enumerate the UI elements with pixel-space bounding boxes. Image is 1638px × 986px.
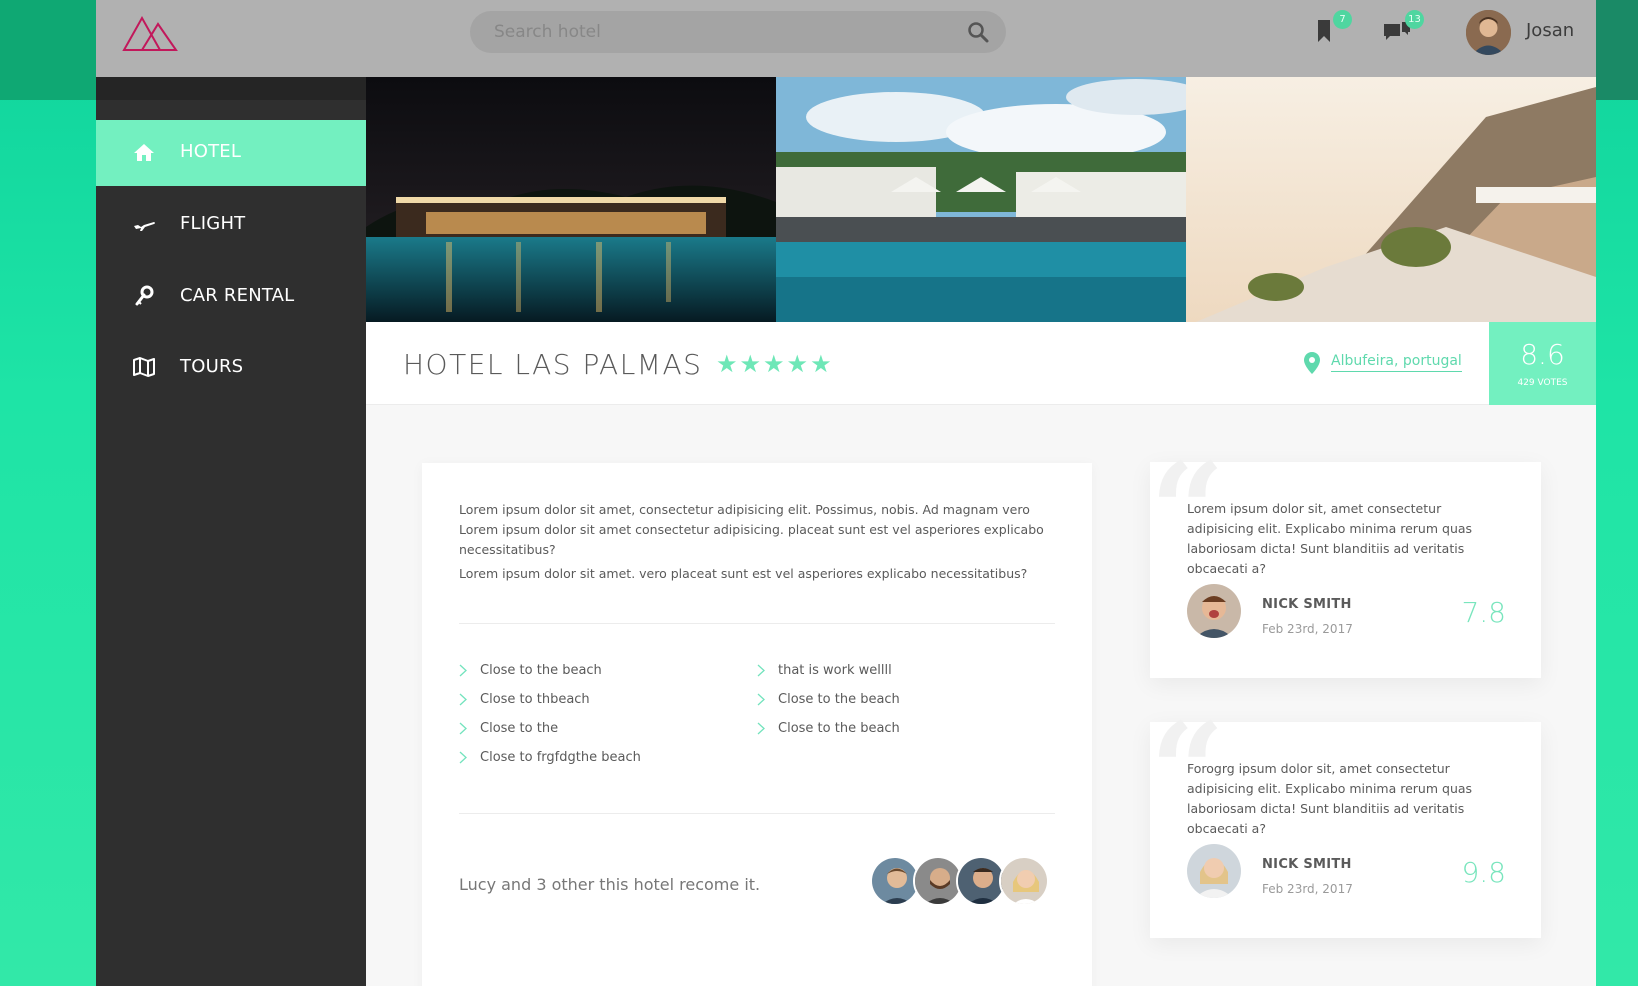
chevron-right-icon bbox=[757, 664, 765, 677]
description-paragraph: Lorem ipsum dolor sit amet. vero placeat… bbox=[459, 566, 1028, 581]
chevron-right-icon bbox=[459, 693, 467, 706]
chevron-right-icon bbox=[459, 664, 467, 677]
sidebar-item-label: HOTEL bbox=[180, 141, 242, 162]
sidebar-item-label: FLIGHT bbox=[180, 213, 246, 234]
chevron-right-icon bbox=[459, 751, 467, 764]
messages-button[interactable]: 13 bbox=[1380, 10, 1424, 48]
home-icon bbox=[134, 144, 154, 161]
search-bar bbox=[470, 11, 1006, 53]
sidebar-item-label: TOURS bbox=[180, 356, 244, 377]
hotel-score: 8.6 bbox=[1520, 338, 1565, 371]
user-avatar[interactable] bbox=[1466, 10, 1511, 55]
reviewer-avatar[interactable] bbox=[1187, 844, 1241, 898]
hotel-score-box: 8.6 429 VOTES bbox=[1489, 322, 1596, 405]
sidebar-item-car-rental[interactable]: CAR RENTAL bbox=[96, 264, 366, 330]
divider bbox=[459, 623, 1055, 624]
sidebar-item-label: CAR RENTAL bbox=[180, 285, 295, 306]
review-score: 7.8 bbox=[1461, 596, 1506, 629]
reviewer-name: NICK SMITH bbox=[1262, 857, 1352, 872]
bookmarks-button[interactable]: 7 bbox=[1308, 10, 1352, 48]
hotel-photo-terrace[interactable] bbox=[1186, 77, 1596, 322]
review-text: Forogrg ipsum dolor sit, amet consectetu… bbox=[1187, 761, 1473, 836]
sidebar-item-tours[interactable]: TOURS bbox=[96, 335, 366, 401]
messages-badge: 13 bbox=[1405, 10, 1424, 29]
chevron-right-icon bbox=[459, 722, 467, 735]
search-input[interactable] bbox=[494, 11, 954, 53]
hotel-votes: 429 VOTES bbox=[1517, 378, 1568, 388]
photo-gallery bbox=[366, 77, 1596, 322]
review-date: Feb 23rd, 2017 bbox=[1262, 622, 1353, 636]
recommender-avatar[interactable] bbox=[999, 856, 1049, 906]
review-date: Feb 23rd, 2017 bbox=[1262, 882, 1353, 896]
recommend-text: Lucy and 3 other this hotel recome it. bbox=[459, 875, 761, 894]
logo-icon[interactable] bbox=[120, 12, 180, 54]
sidebar: HOTEL FLIGHT CAR RENTAL TOURS bbox=[96, 77, 366, 986]
hotel-photo-day-pool[interactable] bbox=[776, 77, 1186, 322]
hotel-description-card: Lorem ipsum dolor sit amet, consectetur … bbox=[422, 463, 1092, 986]
review-text: Lorem ipsum dolor sit, amet consectetur … bbox=[1187, 501, 1473, 576]
hotel-photo-night-pool[interactable] bbox=[366, 77, 776, 322]
location-pin-icon bbox=[1304, 352, 1320, 374]
app-window: 7 13 Josan HOTEL bbox=[96, 0, 1596, 986]
bookmarks-badge: 7 bbox=[1333, 10, 1352, 29]
description-paragraph: Lorem ipsum dolor sit amet, consectetur … bbox=[459, 502, 1044, 557]
sidebar-item-hotel[interactable]: HOTEL bbox=[96, 120, 366, 186]
reviewer-avatar[interactable] bbox=[1187, 584, 1241, 638]
chevron-right-icon bbox=[757, 722, 765, 735]
reviewer-name: NICK SMITH bbox=[1262, 597, 1352, 612]
review-score: 9.8 bbox=[1461, 856, 1506, 889]
chevron-right-icon bbox=[757, 693, 765, 706]
review-card: “ Forogrg ipsum dolor sit, amet consecte… bbox=[1150, 706, 1541, 938]
plane-icon bbox=[134, 222, 155, 231]
top-header: 7 13 Josan bbox=[96, 0, 1596, 77]
star-rating: ★★★★★ bbox=[716, 350, 834, 378]
divider bbox=[459, 813, 1055, 814]
hotel-location-link[interactable]: Albufeira, portugal bbox=[1331, 353, 1462, 372]
background-band-right bbox=[1596, 0, 1638, 100]
sidebar-item-flight[interactable]: FLIGHT bbox=[96, 192, 366, 258]
map-icon bbox=[133, 357, 155, 377]
search-icon[interactable] bbox=[966, 20, 990, 44]
hotel-name: HOTEL LAS PALMAS bbox=[403, 348, 703, 381]
user-name[interactable]: Josan bbox=[1526, 20, 1574, 41]
hotel-title-bar: HOTEL LAS PALMAS ★★★★★ Albufeira, portug… bbox=[366, 322, 1596, 405]
key-icon bbox=[135, 285, 154, 306]
review-card: “ Lorem ipsum dolor sit, amet consectetu… bbox=[1150, 446, 1541, 678]
